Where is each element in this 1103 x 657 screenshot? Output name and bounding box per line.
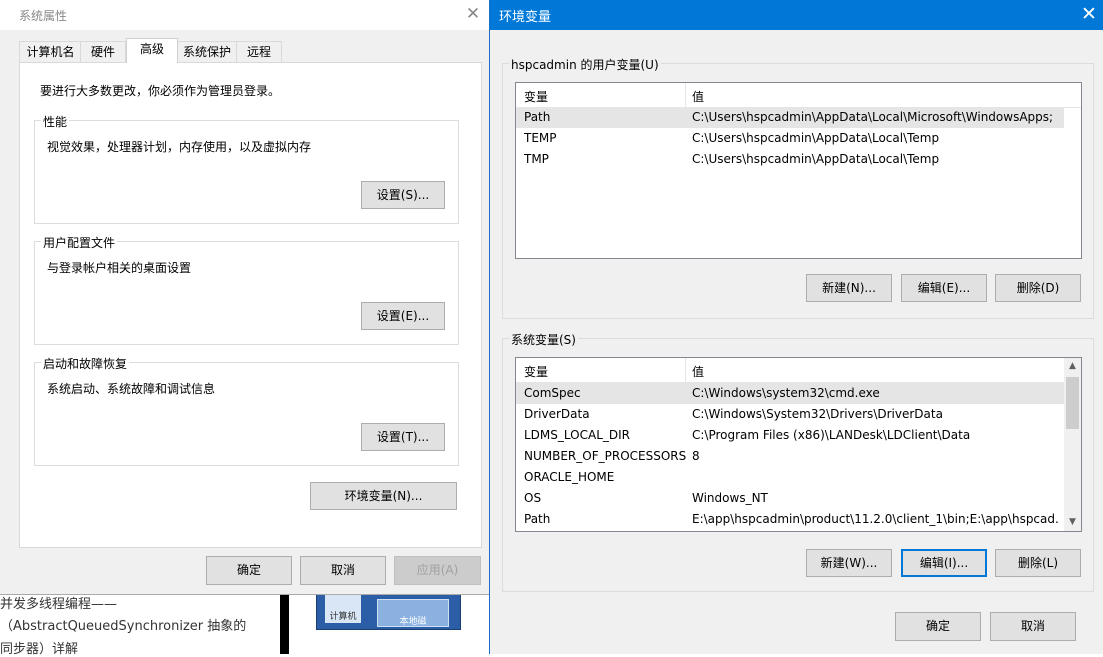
list-row[interactable]: TMP C:\Users\hspcadmin\AppData\Local\Tem… bbox=[516, 149, 1064, 170]
system-variables-group: 系统变量(S) 变量 值 ComSpec C:\Windows\system32… bbox=[502, 331, 1094, 592]
system-variables-list[interactable]: 变量 值 ComSpec C:\Windows\system32\cmd.exe… bbox=[515, 357, 1082, 532]
variable-name: ORACLE_HOME bbox=[524, 470, 615, 484]
cancel-button[interactable]: 取消 bbox=[990, 612, 1076, 641]
system-properties-dialog: 系统属性 ✕ 计算机名 硬件 高级 系统保护 远程 要进行大多数更改，你必须作为… bbox=[0, 0, 490, 595]
column-header-variable[interactable]: 变量 bbox=[524, 88, 548, 105]
admin-notice: 要进行大多数更改，你必须作为管理员登录。 bbox=[40, 84, 281, 98]
performance-group: 性能 视觉效果，处理器计划，内存使用，以及虚拟内存 设置(S)... bbox=[34, 113, 459, 224]
list-row[interactable]: ORACLE_HOME bbox=[516, 467, 1064, 488]
ok-button[interactable]: 确定 bbox=[895, 612, 981, 641]
variable-name: Path bbox=[524, 110, 551, 124]
tab-system-protection[interactable]: 系统保护 bbox=[176, 41, 238, 62]
user-profiles-settings-button[interactable]: 设置(E)... bbox=[361, 302, 445, 330]
group-label: 用户配置文件 bbox=[41, 234, 118, 251]
scroll-down-icon[interactable]: ▼ bbox=[1064, 514, 1081, 531]
scroll-up-icon[interactable]: ▲ bbox=[1064, 358, 1081, 375]
group-label: hspcadmin 的用户变量(U) bbox=[509, 56, 661, 73]
system-edit-button[interactable]: 编辑(I)... bbox=[901, 549, 987, 577]
list-header: 变量 值 bbox=[516, 358, 1064, 383]
variable-name: ComSpec bbox=[524, 386, 581, 400]
bg-article-line[interactable]: 并发多线程编程—— bbox=[0, 593, 117, 612]
dialog-title: 环境变量 bbox=[499, 10, 552, 25]
variable-value: C:\Windows\system32\cmd.exe bbox=[692, 386, 880, 400]
titlebar[interactable]: 系统属性 ✕ bbox=[0, 0, 489, 30]
tab-panel-advanced: 要进行大多数更改，你必须作为管理员登录。 性能 视觉效果，处理器计划，内存使用，… bbox=[19, 62, 482, 548]
environment-variables-dialog: 环境变量 ✕ hspcadmin 的用户变量(U) 变量 值 Path C:\U… bbox=[489, 0, 1103, 654]
user-variables-group: hspcadmin 的用户变量(U) 变量 值 Path C:\Users\hs… bbox=[502, 56, 1094, 319]
close-icon[interactable]: ✕ bbox=[1074, 0, 1103, 30]
variable-value: C:\Users\hspcadmin\AppData\Local\Temp bbox=[692, 131, 940, 145]
apply-button[interactable]: 应用(A) bbox=[394, 556, 481, 585]
tab-hardware[interactable]: 硬件 bbox=[80, 41, 126, 62]
variable-name: TMP bbox=[524, 152, 549, 166]
list-row[interactable]: TEMP C:\Users\hspcadmin\AppData\Local\Te… bbox=[516, 128, 1064, 149]
tab-computer-name[interactable]: 计算机名 bbox=[19, 41, 82, 62]
performance-settings-button[interactable]: 设置(S)... bbox=[361, 181, 445, 209]
list-header: 变量 值 bbox=[516, 83, 1081, 108]
cancel-button[interactable]: 取消 bbox=[300, 556, 386, 585]
user-edit-button[interactable]: 编辑(E)... bbox=[901, 274, 987, 302]
titlebar[interactable]: 环境变量 ✕ bbox=[490, 0, 1103, 30]
group-description: 视觉效果，处理器计划，内存使用，以及虚拟内存 bbox=[47, 140, 312, 154]
column-separator[interactable] bbox=[685, 83, 686, 107]
list-row[interactable]: Path E:\app\hspcadmin\product\11.2.0\cli… bbox=[516, 509, 1064, 530]
group-label: 系统变量(S) bbox=[509, 331, 578, 348]
variable-name: LDMS_LOCAL_DIR bbox=[524, 428, 630, 442]
user-variables-list[interactable]: 变量 值 Path C:\Users\hspcadmin\AppData\Loc… bbox=[515, 82, 1082, 259]
list-row[interactable]: DriverData C:\Windows\System32\Drivers\D… bbox=[516, 404, 1064, 425]
bg-article-line[interactable]: （AbstractQueuedSynchronizer 抽象的 bbox=[0, 615, 246, 634]
vertical-scrollbar[interactable]: ▲ ▼ bbox=[1064, 358, 1081, 531]
list-row[interactable]: ComSpec C:\Windows\system32\cmd.exe bbox=[516, 383, 1064, 404]
list-row[interactable]: NUMBER_OF_PROCESSORS 8 bbox=[516, 446, 1064, 467]
variable-value: C:\Windows\System32\Drivers\DriverData bbox=[692, 407, 943, 421]
variable-value: 8 bbox=[692, 449, 700, 463]
variable-value: C:\Program Files (x86)\LANDesk\LDClient\… bbox=[692, 428, 971, 442]
thumb-label: 计算机 bbox=[325, 595, 361, 623]
bg-dark-strip bbox=[280, 594, 289, 654]
group-description: 与登录帐户相关的桌面设置 bbox=[47, 261, 192, 275]
thumb-label: 本地磁 bbox=[377, 599, 449, 627]
list-row[interactable]: OS Windows_NT bbox=[516, 488, 1064, 509]
group-description: 系统启动、系统故障和调试信息 bbox=[47, 382, 216, 396]
dialog-title: 系统属性 bbox=[19, 9, 68, 23]
ok-button[interactable]: 确定 bbox=[206, 556, 292, 585]
scrollbar-thumb[interactable] bbox=[1066, 377, 1079, 429]
variable-value: E:\app\hspcadmin\product\11.2.0\client_1… bbox=[692, 512, 1060, 526]
column-header-value[interactable]: 值 bbox=[692, 363, 704, 380]
variable-name: TEMP bbox=[524, 131, 557, 145]
variable-name: NUMBER_OF_PROCESSORS bbox=[524, 449, 687, 463]
tab-advanced[interactable]: 高级 bbox=[126, 38, 178, 63]
variable-value: C:\Users\hspcadmin\AppData\Local\Temp bbox=[692, 152, 940, 166]
variable-name: Path bbox=[524, 512, 551, 526]
column-header-variable[interactable]: 变量 bbox=[524, 363, 548, 380]
startup-recovery-settings-button[interactable]: 设置(T)... bbox=[361, 423, 445, 451]
variable-name: OS bbox=[524, 491, 542, 505]
user-new-button[interactable]: 新建(N)... bbox=[806, 274, 892, 302]
system-delete-button[interactable]: 删除(L) bbox=[995, 549, 1081, 577]
group-label: 启动和故障恢复 bbox=[41, 355, 130, 372]
startup-recovery-group: 启动和故障恢复 系统启动、系统故障和调试信息 设置(T)... bbox=[34, 355, 459, 466]
user-profiles-group: 用户配置文件 与登录帐户相关的桌面设置 设置(E)... bbox=[34, 234, 459, 345]
list-row[interactable]: LDMS_LOCAL_DIR C:\Program Files (x86)\LA… bbox=[516, 425, 1064, 446]
system-new-button[interactable]: 新建(W)... bbox=[806, 549, 892, 577]
variable-name: DriverData bbox=[524, 407, 590, 421]
close-icon[interactable]: ✕ bbox=[458, 0, 488, 30]
group-label: 性能 bbox=[41, 113, 70, 130]
tab-remote[interactable]: 远程 bbox=[236, 41, 282, 62]
list-row[interactable]: Path C:\Users\hspcadmin\AppData\Local\Mi… bbox=[516, 107, 1064, 128]
column-header-value[interactable]: 值 bbox=[692, 88, 704, 105]
bg-screenshot-thumbnail: 计算机 本地磁 bbox=[316, 592, 461, 630]
user-delete-button[interactable]: 删除(D) bbox=[995, 274, 1081, 302]
bg-article-line[interactable]: 同步器）详解 bbox=[0, 638, 78, 657]
variable-value: Windows_NT bbox=[692, 491, 768, 505]
environment-variables-button[interactable]: 环境变量(N)... bbox=[310, 482, 457, 510]
column-separator[interactable] bbox=[685, 358, 686, 382]
variable-value: C:\Users\hspcadmin\AppData\Local\Microso… bbox=[692, 110, 1054, 124]
